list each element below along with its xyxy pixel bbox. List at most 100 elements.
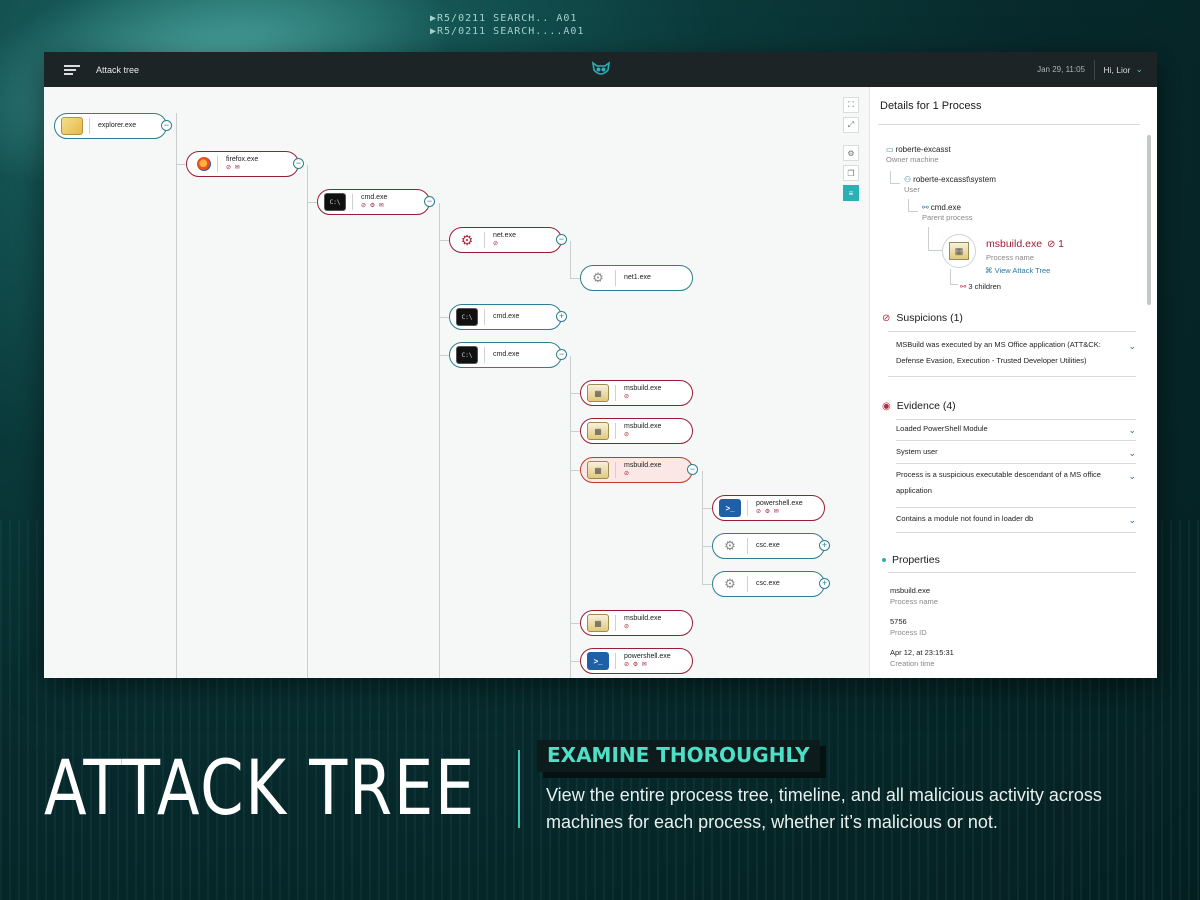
msbuild-icon: ▦: [587, 614, 609, 632]
expand-toggle[interactable]: +: [819, 578, 830, 589]
collapse-toggle[interactable]: −: [161, 120, 172, 131]
process-node-badges: ⊘: [493, 241, 500, 247]
divider: [896, 507, 1136, 508]
description: View the entire process tree, timeline, …: [546, 785, 1102, 832]
powershell-icon: >_: [587, 652, 609, 670]
tree-connector: [570, 431, 580, 432]
evidence-text: Contains a module not found in loader db: [896, 514, 1034, 523]
view-attack-tree-label: View Attack Tree: [994, 266, 1051, 275]
tree-connector: [950, 269, 958, 285]
code-line-2: ▶R5/0211 SEARCH....A01: [430, 26, 585, 37]
tree-connector: [570, 356, 571, 678]
gear-icon: ⚙: [724, 538, 736, 553]
process-node[interactable]: ▦ msbuild.exe ⊘: [580, 380, 693, 406]
suspicion-item[interactable]: MSBuild was executed by an MS Office app…: [896, 337, 1136, 369]
expand-icon[interactable]: ⤢: [843, 117, 859, 133]
menu-icon[interactable]: [64, 64, 80, 75]
view-attack-tree-link[interactable]: ⌘ View Attack Tree: [985, 266, 1050, 275]
process-node-name: firefox.exe: [226, 156, 259, 163]
tree-connector: [702, 584, 712, 585]
collapse-toggle[interactable]: −: [424, 196, 435, 207]
process-node-name: msbuild.exe: [624, 423, 662, 430]
process-node[interactable]: C:\ cmd.exe ⊘ ⚙ ✉ −: [317, 189, 435, 215]
process-node[interactable]: firefox.exe ⊘ ✉ −: [186, 151, 304, 177]
tree-connector: [307, 202, 317, 203]
attack-tree-canvas[interactable]: explorer.exe − firefox.exe ⊘ ✉ − C:\ cmd.…: [44, 87, 869, 678]
divider: [888, 572, 1136, 573]
evidence-header: ◉ Evidence (4): [882, 400, 956, 412]
divider: [878, 124, 1140, 125]
process-node-name: explorer.exe: [98, 122, 137, 129]
tree-connector: [890, 171, 900, 184]
eye-icon: ◉: [882, 400, 891, 412]
process-node-badges: ⊘ ⚙ ✉: [756, 509, 780, 515]
process-node[interactable]: ▦ msbuild.exe ⊘: [580, 418, 693, 444]
collapse-toggle[interactable]: −: [293, 158, 304, 169]
properties-title: Properties: [892, 554, 940, 566]
process-node[interactable]: >_ powershell.exe ⊘ ⚙ ✉: [712, 495, 825, 521]
process-node-name: msbuild.exe: [624, 462, 662, 469]
evidence-item[interactable]: System user ⌄: [896, 444, 1136, 460]
copy-icon[interactable]: ❐: [843, 165, 859, 181]
collapse-toggle[interactable]: −: [556, 234, 567, 245]
process-node[interactable]: ⚙ net1.exe: [580, 265, 693, 291]
process-node-name: cmd.exe: [493, 313, 520, 320]
collapse-toggle[interactable]: −: [687, 464, 698, 475]
cmd-icon: C:\: [456, 346, 478, 364]
expand-toggle[interactable]: +: [819, 540, 830, 551]
suspicion-count-badge: ⊘ 1: [1047, 238, 1064, 250]
user-menu[interactable]: Hi, Lior ⌄: [1104, 64, 1143, 75]
process-node[interactable]: explorer.exe −: [54, 113, 172, 139]
property-item: msbuild.exe Process name: [890, 586, 938, 606]
collapse-toggle[interactable]: −: [556, 349, 567, 360]
monitor-icon: ▭: [886, 145, 894, 154]
tree-connector: [928, 227, 942, 251]
process-node[interactable]: ⚙ csc.exe +: [712, 533, 830, 559]
tree-connector: [702, 508, 712, 509]
process-node-name: msbuild.exe: [624, 385, 662, 392]
tree-connector: [702, 471, 703, 585]
process-node[interactable]: C:\ cmd.exe +: [449, 304, 567, 330]
process-node-badges: ⊘: [624, 394, 631, 400]
user-info[interactable]: ⚇ roberte-excasst\system User: [904, 175, 996, 194]
process-node-name: csc.exe: [756, 580, 780, 587]
children-count[interactable]: ⚯ 3 children: [960, 282, 1001, 291]
parent-process-value: cmd.exe: [930, 203, 961, 212]
settings-icon[interactable]: ⚙: [843, 145, 859, 161]
evidence-item[interactable]: Process is a suspicious executable desce…: [896, 467, 1136, 499]
suspicion-count: 1: [1058, 238, 1064, 250]
suspicion-icon: ⊘: [882, 312, 891, 324]
user-greeting: Hi, Lior: [1103, 64, 1131, 75]
details-panel-icon[interactable]: ≡: [843, 185, 859, 201]
owner-machine[interactable]: ▭ roberte-excasst Owner machine: [886, 145, 951, 164]
scrollbar[interactable]: [1147, 135, 1151, 305]
cmd-icon: C:\: [324, 193, 346, 211]
tree-connector: [176, 164, 186, 165]
tree-icon: ⌘: [985, 266, 993, 275]
fit-screen-icon[interactable]: ⛶: [843, 97, 859, 113]
process-node-selected[interactable]: ▦ msbuild.exe ⊘ −: [580, 457, 698, 483]
property-label: Creation time: [890, 659, 935, 668]
process-node[interactable]: ⚙ net.exe ⊘ −: [449, 227, 567, 253]
page-title: Attack tree: [96, 64, 140, 75]
bullet-icon: [882, 558, 886, 562]
evidence-item[interactable]: Loaded PowerShell Module ⌄: [896, 421, 1136, 437]
process-name: msbuild.exe ⊘ 1: [986, 238, 1064, 250]
process-node[interactable]: ▦ msbuild.exe ⊘: [580, 610, 693, 636]
msbuild-icon: ▦: [587, 422, 609, 440]
gear-icon: ⚙: [460, 231, 474, 248]
suspicion-text: MSBuild was executed by an MS Office app…: [896, 340, 1101, 365]
process-node[interactable]: ⚙ csc.exe +: [712, 571, 830, 597]
property-label: Process ID: [890, 628, 927, 637]
app-window: Attack tree Jan 29, 11:05 Hi, Lior ⌄ exp…: [44, 52, 1157, 678]
process-node[interactable]: C:\ cmd.exe −: [449, 342, 567, 368]
divider: [888, 376, 1136, 377]
process-node[interactable]: >_ powershell.exe ⊘ ⚙ ✉: [580, 648, 693, 674]
details-panel: Details for 1 Process ▭ roberte-excasst O…: [869, 87, 1157, 678]
msbuild-icon: ▦: [587, 384, 609, 402]
evidence-item[interactable]: Contains a module not found in loader db…: [896, 511, 1136, 527]
expand-toggle[interactable]: +: [556, 311, 567, 322]
canvas-toolbar: ⛶ ⤢ ⚙ ❐ ≡: [843, 97, 859, 201]
parent-process[interactable]: ⚯ cmd.exe Parent process: [922, 203, 972, 222]
tree-connector: [439, 317, 449, 318]
